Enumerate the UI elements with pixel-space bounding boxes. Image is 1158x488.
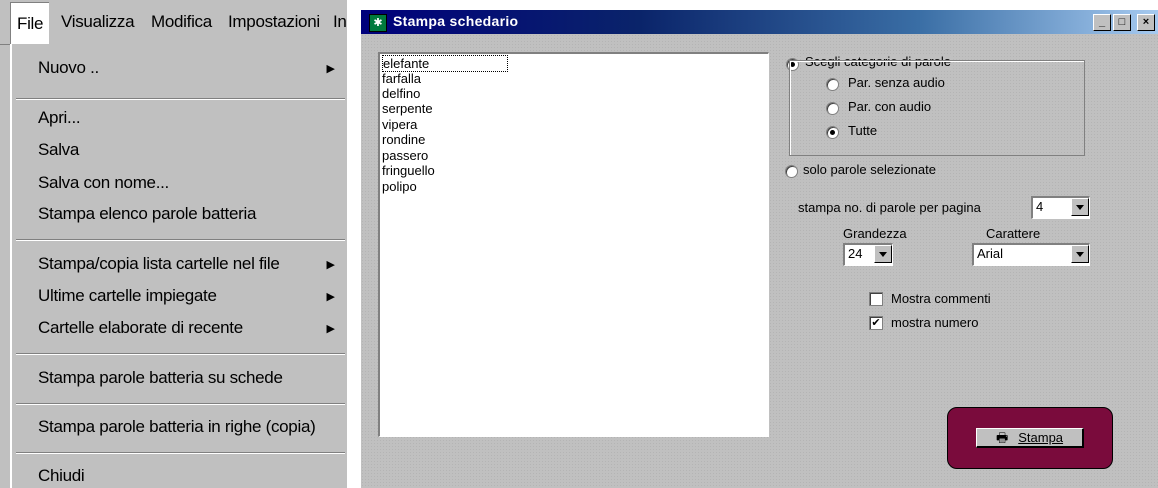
file-dropdown: Nuovo .. ▶ Apri... Salva Salva con nome.… — [10, 44, 347, 488]
menu-item-salva-con-nome[interactable]: Salva con nome... — [38, 173, 169, 193]
menu-item-label: Chiudi — [38, 466, 85, 485]
checkbox-label: mostra numero — [891, 315, 979, 330]
menubar: File Visualizza Modifica Impostazioni In — [0, 0, 347, 45]
menu-item-ultime-cartelle[interactable]: Ultime cartelle impiegate — [38, 286, 217, 306]
title-bar[interactable]: ✱ Stampa schedario _ □ × — [361, 10, 1158, 34]
menu-impostazioni[interactable]: Impostazioni — [228, 0, 320, 44]
chevron-down-icon[interactable] — [1071, 198, 1089, 216]
list-item[interactable]: rondine — [382, 132, 425, 147]
menu-item-stampa-righe[interactable]: Stampa parole batteria in righe (copia) — [38, 417, 316, 437]
menu-item-stampa-elenco[interactable]: Stampa elenco parole batteria — [38, 204, 256, 224]
list-item[interactable]: serpente — [382, 101, 433, 116]
menu-item-label: Nuovo .. — [38, 58, 99, 77]
print-button-label: Stampa — [1018, 430, 1064, 445]
menu-item-label: Stampa elenco parole batteria — [38, 204, 257, 223]
print-button[interactable]: 🖶 Stampa — [976, 428, 1084, 448]
menu-file[interactable]: File — [10, 2, 50, 45]
menu-item-salva[interactable]: Salva — [38, 140, 79, 160]
font-select[interactable]: Arial — [972, 243, 1090, 266]
radio-tutte[interactable] — [826, 126, 839, 139]
select-value: 24 — [848, 246, 863, 261]
menu-item-label: Stampa parole batteria in righe (copia) — [38, 417, 316, 436]
radio-label: Par. senza audio — [848, 75, 945, 90]
menu-separator — [16, 239, 345, 241]
radio-solo-selezionate[interactable] — [785, 165, 798, 178]
select-value: Arial — [977, 246, 1004, 261]
menu-item-chiudi[interactable]: Chiudi — [38, 466, 85, 486]
checkbox-label: Mostra commenti — [891, 291, 991, 306]
list-item[interactable]: polipo — [382, 179, 417, 194]
list-item[interactable]: fringuello — [382, 163, 435, 178]
submenu-arrow-icon: ▶ — [326, 63, 335, 75]
menu-item-apri[interactable]: Apri... — [38, 108, 81, 128]
menu-item-label: Apri... — [38, 108, 81, 127]
word-list[interactable]: elefante farfalla delfino serpente viper… — [378, 52, 769, 437]
menu-item-cartelle-recente[interactable]: Cartelle elaborate di recente — [38, 318, 243, 338]
stampa-schedario-dialog: ✱ Stampa schedario _ □ × elefante farfal… — [361, 10, 1158, 488]
show-comments-checkbox[interactable] — [869, 292, 883, 306]
printer-icon: 🖶 — [995, 430, 1009, 445]
size-label: Grandezza — [843, 226, 907, 241]
list-item[interactable]: elefante — [382, 55, 508, 72]
menu-item-label: Cartelle elaborate di recente — [38, 318, 243, 337]
minimize-button[interactable]: _ — [1093, 14, 1111, 31]
print-panel: 🖶 Stampa — [947, 407, 1113, 469]
menu-separator — [16, 452, 345, 454]
menu-modifica[interactable]: Modifica — [151, 0, 212, 44]
menu-item-label: Salva con nome... — [38, 173, 169, 192]
list-item[interactable]: delfino — [382, 86, 420, 101]
menu-item-label: Ultime cartelle impiegate — [38, 286, 217, 305]
size-select[interactable]: 24 — [843, 243, 893, 266]
list-item[interactable]: vipera — [382, 117, 417, 132]
menu-item-stampa-copia-lista[interactable]: Stampa/copia lista cartelle nel file — [38, 254, 280, 274]
menu-separator — [16, 403, 345, 405]
close-button[interactable]: × — [1137, 14, 1155, 31]
radio-label: Par. con audio — [848, 99, 932, 114]
menu-item-label: Stampa/copia lista cartelle nel file — [38, 254, 280, 273]
menu-item-label: Salva — [38, 140, 80, 159]
menu-separator — [16, 353, 345, 355]
radio-par-con-audio[interactable] — [826, 102, 839, 115]
maximize-button[interactable]: □ — [1113, 14, 1131, 31]
words-per-page-label: stampa no. di parole per pagina — [798, 200, 981, 215]
chevron-down-icon[interactable] — [874, 245, 892, 263]
dialog-title: Stampa schedario — [393, 13, 519, 29]
app-icon[interactable]: ✱ — [369, 14, 387, 32]
menu-separator — [16, 98, 345, 100]
submenu-arrow-icon: ▶ — [326, 259, 335, 271]
file-menu-panel: File Visualizza Modifica Impostazioni In… — [0, 0, 347, 488]
menu-visualizza[interactable]: Visualizza — [61, 0, 135, 44]
menu-item-label: Stampa parole batteria su schede — [38, 368, 283, 387]
list-item[interactable]: passero — [382, 148, 428, 163]
menu-item-stampa-schede[interactable]: Stampa parole batteria su schede — [38, 368, 283, 388]
radio-par-senza-audio[interactable] — [826, 78, 839, 91]
select-value: 4 — [1036, 199, 1044, 214]
radio-label: Tutte — [848, 123, 878, 138]
font-label: Carattere — [986, 226, 1041, 241]
chevron-down-icon[interactable] — [1071, 245, 1089, 263]
radio-label: solo parole selezionate — [803, 162, 936, 177]
show-number-checkbox[interactable]: ✔ — [869, 316, 883, 330]
menu-item-nuovo[interactable]: Nuovo .. — [38, 58, 99, 78]
submenu-arrow-icon: ▶ — [326, 291, 335, 303]
words-per-page-select[interactable]: 4 — [1031, 196, 1090, 219]
list-item[interactable]: farfalla — [382, 71, 421, 86]
menu-in[interactable]: In — [333, 0, 347, 44]
submenu-arrow-icon: ▶ — [326, 323, 335, 335]
